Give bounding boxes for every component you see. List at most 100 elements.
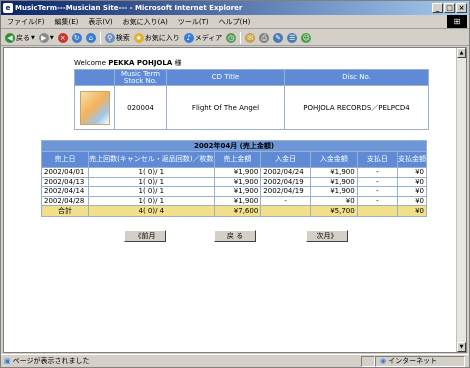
stock-no-cell: 020004 bbox=[114, 85, 167, 130]
favorites-button[interactable]: ★ お気に入り bbox=[133, 32, 180, 43]
mail-button[interactable]: ✉ bbox=[245, 32, 256, 43]
home-button[interactable]: ⌂ bbox=[85, 32, 96, 43]
vertical-scrollbar[interactable]: ▲ ▼ bbox=[456, 48, 466, 352]
sale-date: 2002/04/13 bbox=[40, 176, 90, 187]
edit-button[interactable]: ✎ bbox=[273, 32, 284, 43]
forward-button[interactable]: ▶ ▼ bbox=[38, 32, 54, 43]
sale-count: 1( 0)/ 1 bbox=[88, 195, 215, 206]
browser-window: e MusicTerm---Musician Site--- - Microso… bbox=[0, 0, 470, 368]
history-icon: ◷ bbox=[226, 32, 237, 43]
menu-file[interactable]: ファイル(F) bbox=[7, 17, 45, 27]
album-table: Music Term Stock No. CD Title Disc No. 0… bbox=[74, 69, 429, 130]
sale-count: 1( 0)/ 1 bbox=[88, 167, 215, 178]
disc-no-header: Disc No. bbox=[284, 69, 429, 86]
payment-amount: ¥0 bbox=[397, 186, 427, 197]
toolbar: ◀ 戻る ▼ ▶ ▼ × ↻ ⌂ ⚲ 検索 ★ お気に入り ♪ メディア ◷ ✉… bbox=[1, 30, 469, 46]
menu-favorites[interactable]: お気に入り(A) bbox=[123, 17, 168, 27]
favorites-label: お気に入り bbox=[144, 33, 180, 42]
deposit-date: 2002/04/19 bbox=[260, 176, 311, 187]
stop-button[interactable]: × bbox=[57, 32, 68, 43]
total-sale-amount: ¥7,600 bbox=[213, 205, 262, 217]
cd-title-header: CD Title bbox=[166, 69, 285, 86]
stock-no-header: Music Term Stock No. bbox=[114, 69, 167, 86]
table-row: 2002/04/28 1( 0)/ 1 ¥1,900 - ¥0 - ¥0 bbox=[40, 195, 427, 206]
cover-cell bbox=[74, 85, 115, 130]
payment-date: - bbox=[356, 167, 399, 178]
deposit-date: - bbox=[260, 195, 311, 206]
sale-count: 1( 0)/ 1 bbox=[88, 186, 215, 197]
cover-header-cell bbox=[74, 69, 115, 86]
menu-edit[interactable]: 編集(E) bbox=[55, 17, 79, 27]
next-month-button[interactable]: 次月》 bbox=[306, 230, 348, 242]
sale-date: 2002/04/01 bbox=[40, 167, 90, 178]
back-page-button[interactable]: 戻 る bbox=[214, 230, 256, 242]
toolbar-separator bbox=[99, 31, 101, 44]
total-count: 4( 0)/ 4 bbox=[88, 205, 215, 217]
search-button[interactable]: ⚲ 検索 bbox=[104, 32, 130, 43]
sale-amount: ¥1,900 bbox=[213, 167, 262, 178]
sales-caption: 2002年04月 (売上金額) bbox=[41, 140, 427, 152]
refresh-button[interactable]: ↻ bbox=[71, 32, 82, 43]
stop-icon: × bbox=[57, 32, 68, 43]
minimize-button[interactable]: _ bbox=[432, 3, 443, 13]
status-bar: ▣ ページが表示されました ◉ インターネット bbox=[1, 354, 469, 367]
media-button[interactable]: ♪ メディア bbox=[183, 32, 223, 43]
payment-amount: ¥0 bbox=[397, 167, 427, 178]
album-cover-image bbox=[79, 90, 110, 125]
discuss-icon: ☰ bbox=[287, 32, 298, 43]
status-message: ページが表示されました bbox=[12, 357, 90, 365]
close-button[interactable]: × bbox=[456, 3, 467, 13]
search-label: 検索 bbox=[115, 33, 130, 42]
back-button[interactable]: ◀ 戻る ▼ bbox=[5, 32, 35, 43]
honorific: 様 bbox=[174, 59, 182, 67]
menu-view[interactable]: 表示(V) bbox=[88, 17, 112, 27]
total-deposit-date bbox=[260, 205, 311, 217]
total-payment-amount: ¥0 bbox=[397, 205, 427, 217]
discuss-button[interactable]: ☰ bbox=[287, 32, 298, 43]
forward-dropdown-icon: ▼ bbox=[49, 34, 54, 41]
sale-amount: ¥1,900 bbox=[213, 195, 262, 206]
refresh-icon: ↻ bbox=[71, 32, 82, 43]
back-dropdown-icon: ▼ bbox=[31, 34, 35, 41]
total-deposit-amount: ¥5,700 bbox=[309, 205, 358, 217]
maximize-button[interactable]: □ bbox=[444, 3, 455, 13]
payment-date: - bbox=[356, 195, 399, 206]
payment-date: - bbox=[356, 176, 399, 187]
internet-globe-icon: ◉ bbox=[380, 357, 387, 365]
history-button[interactable]: ◷ bbox=[226, 32, 237, 43]
scroll-down-icon[interactable]: ▼ bbox=[457, 342, 466, 352]
back-label: 戻る bbox=[16, 33, 30, 42]
messenger-button[interactable]: ☺ bbox=[301, 32, 312, 43]
windows-logo-icon: ⊞ bbox=[447, 15, 467, 28]
deposit-amount: ¥0 bbox=[309, 195, 358, 206]
sales-table: 2002年04月 (売上金額) 売上日 売上回数(キャンセル・返品回数)／枚数 … bbox=[40, 140, 427, 217]
sale-amount: ¥1,900 bbox=[213, 176, 262, 187]
title-bar: e MusicTerm---Musician Site--- - Microso… bbox=[1, 1, 469, 15]
media-icon: ♪ bbox=[183, 32, 194, 43]
scroll-up-icon[interactable]: ▲ bbox=[457, 48, 466, 58]
menu-tools[interactable]: ツール(T) bbox=[178, 17, 209, 27]
sales-header-amount: 売上金額 bbox=[213, 151, 262, 168]
page-icon: ▣ bbox=[4, 357, 11, 365]
back-arrow-icon: ◀ bbox=[5, 32, 15, 43]
sale-date: 2002/04/14 bbox=[40, 186, 90, 197]
favorites-icon: ★ bbox=[133, 32, 144, 43]
page-content: Welcome PEKKA POHJOLA 様 Music Term Stock… bbox=[3, 47, 467, 353]
sale-date: 2002/04/28 bbox=[40, 195, 90, 206]
payment-date: - bbox=[356, 186, 399, 197]
media-label: メディア bbox=[194, 33, 223, 42]
edit-icon: ✎ bbox=[273, 32, 284, 43]
prev-month-button[interactable]: 《前月 bbox=[124, 230, 166, 242]
window-title: MusicTerm---Musician Site--- - Microsoft… bbox=[15, 4, 243, 12]
total-row: 合計 4( 0)/ 4 ¥7,600 ¥5,700 ¥0 bbox=[40, 205, 427, 217]
menu-help[interactable]: ヘルプ(H) bbox=[219, 17, 251, 27]
window-controls: _ □ × bbox=[432, 3, 467, 13]
deposit-amount: ¥1,900 bbox=[309, 176, 358, 187]
sales-header-deposit-amount: 入金金額 bbox=[309, 151, 358, 168]
user-name: PEKKA POHJOLA bbox=[108, 59, 173, 67]
print-button[interactable]: ⎙ bbox=[259, 32, 270, 43]
status-pane-empty bbox=[361, 355, 375, 367]
table-row: 2002/04/01 1( 0)/ 1 ¥1,900 2002/04/24 ¥1… bbox=[40, 167, 427, 178]
ie-icon: e bbox=[3, 3, 13, 13]
welcome-message: Welcome PEKKA POHJOLA 様 bbox=[74, 58, 182, 68]
